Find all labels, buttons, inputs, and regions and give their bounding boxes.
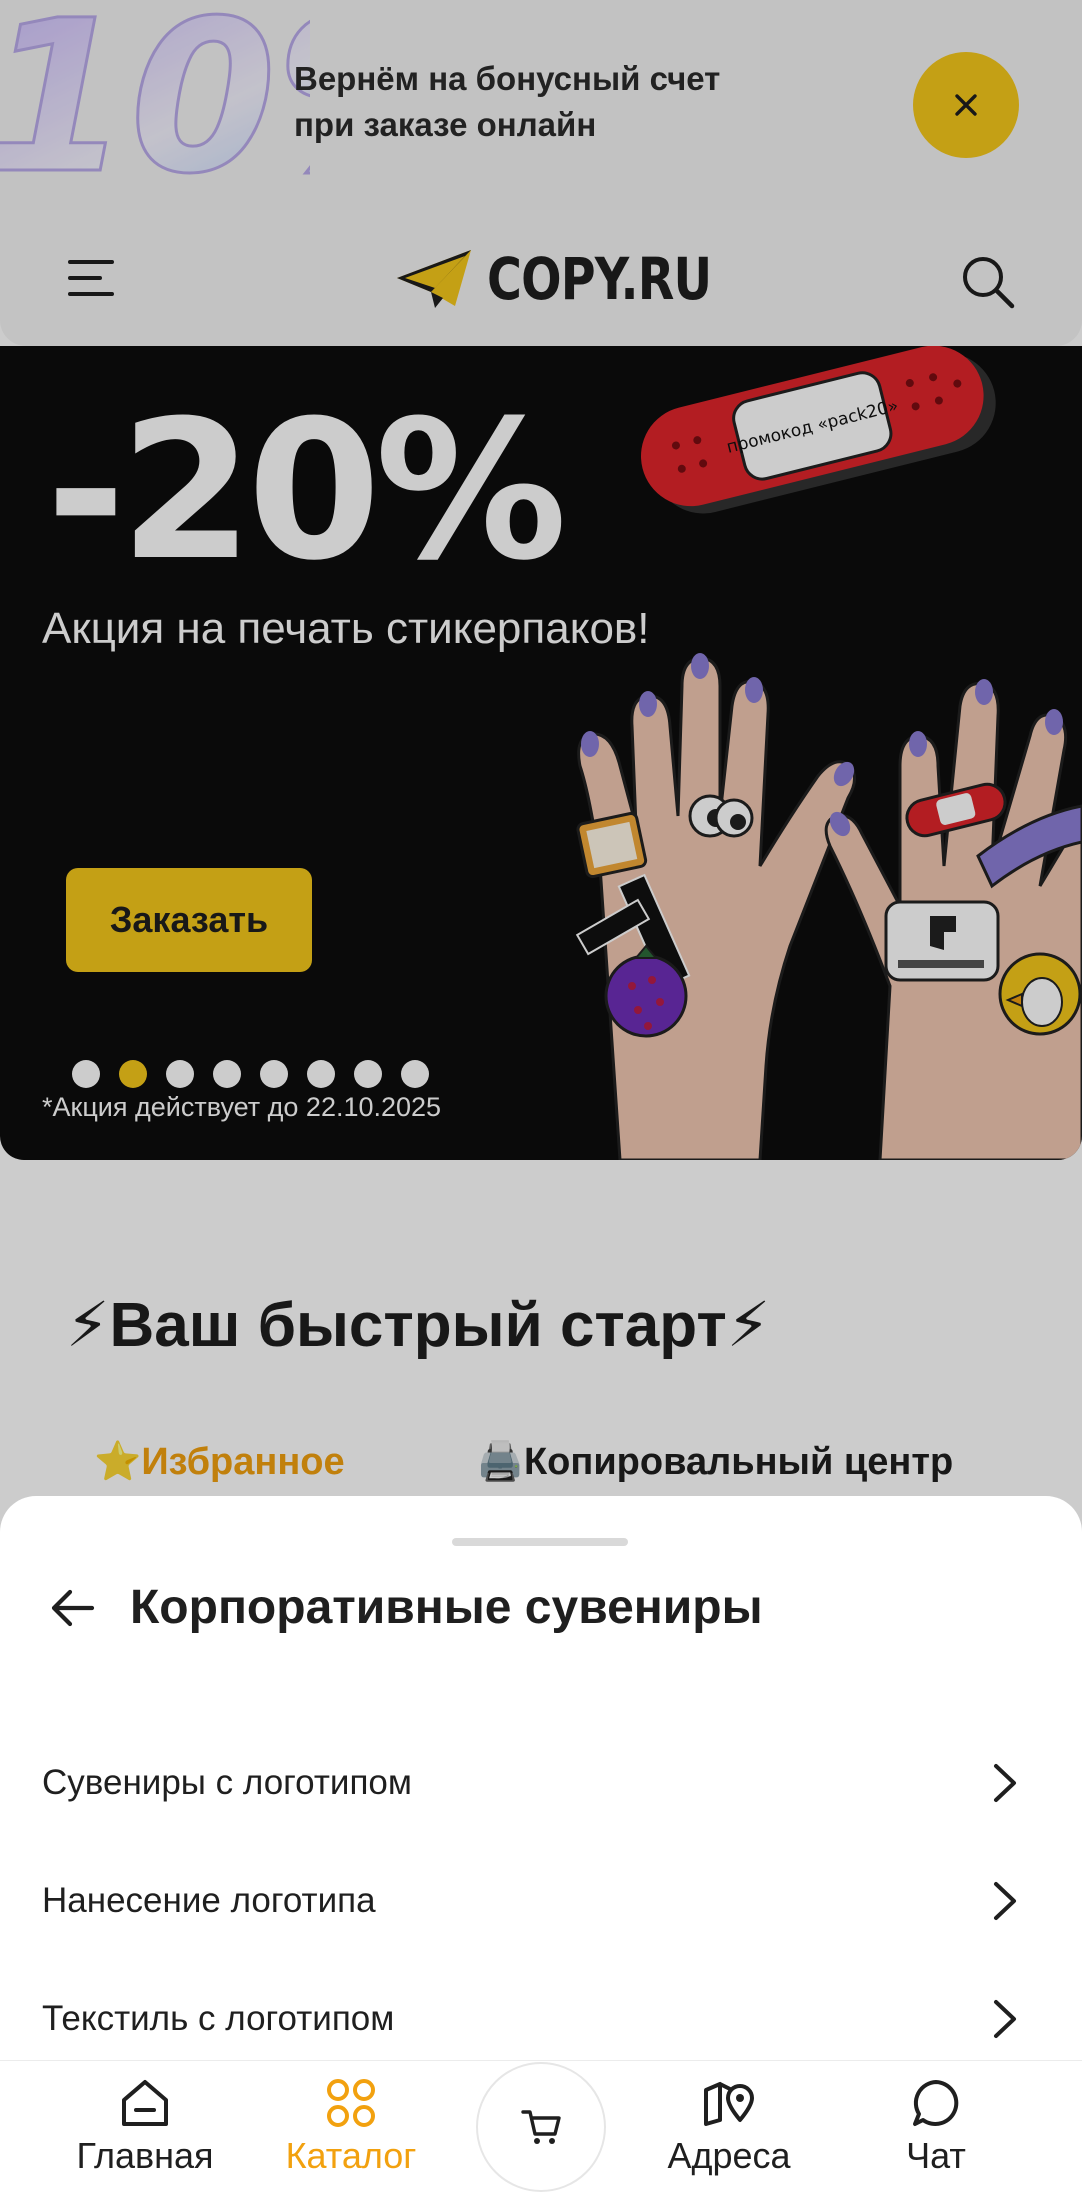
nav-home[interactable]: Главная (45, 2075, 245, 2177)
nav-addresses[interactable]: Адреса (629, 2075, 829, 2177)
sheet-drag-handle[interactable] (452, 1538, 628, 1546)
nav-chat[interactable]: Чат (836, 2075, 1036, 2177)
list-item-logo-printing[interactable]: Нанесение логотипа (0, 1842, 1082, 1960)
nav-addresses-label: Адреса (667, 2135, 791, 2176)
sheet-title: Корпоративные сувениры (130, 1581, 763, 1634)
map-pin-icon (704, 2082, 754, 2126)
sheet-header: Корпоративные сувениры (46, 1580, 763, 1635)
catalog-grid-icon (327, 2079, 375, 2127)
nav-catalog[interactable]: Каталог (251, 2075, 451, 2177)
cart-button[interactable] (476, 2062, 606, 2192)
back-button[interactable] (46, 1582, 98, 1634)
cart-icon (521, 2110, 561, 2144)
nav-chat-label: Чат (906, 2135, 966, 2176)
nav-home-label: Главная (76, 2135, 214, 2176)
home-icon (122, 2080, 168, 2126)
list-item-souvenirs-with-logo[interactable]: Сувениры с логотипом (0, 1724, 1082, 1842)
chevron-right-icon (994, 2000, 1016, 2038)
nav-catalog-label: Каталог (285, 2135, 417, 2176)
list-item-label: Сувениры с логотипом (42, 1763, 412, 1802)
chevron-right-icon (994, 1764, 1016, 1802)
chevron-right-icon (994, 1882, 1016, 1920)
back-arrow-icon (51, 1589, 95, 1626)
list-item-label: Нанесение логотипа (42, 1881, 376, 1920)
list-item-label: Текстиль с логотипом (42, 1999, 395, 2038)
chat-bubble-icon (913, 2080, 959, 2126)
